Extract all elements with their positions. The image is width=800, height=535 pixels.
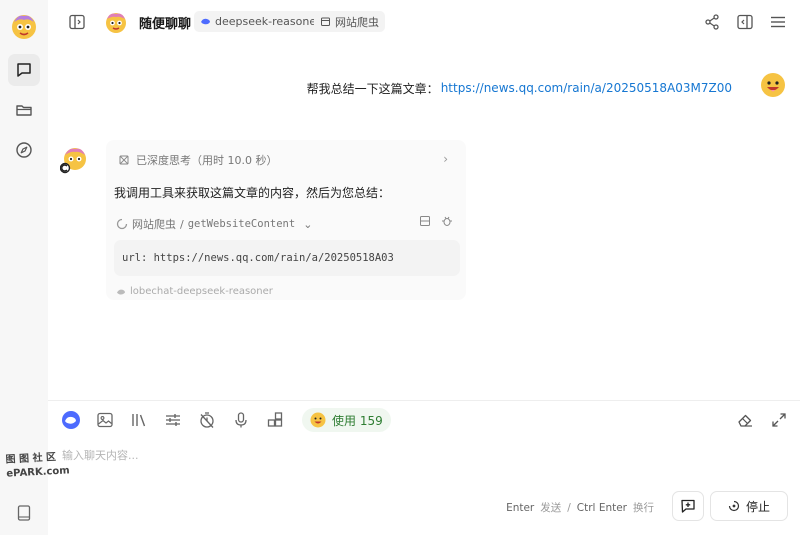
tool-plugin-name: 网站爬虫: [132, 218, 176, 231]
voice-input-button[interactable]: [230, 409, 252, 431]
expand-input-button[interactable]: [768, 409, 790, 431]
agent-title: 随便聊聊: [139, 17, 192, 32]
user-message-text: 帮我总结一下这篇文章：: [306, 81, 439, 96]
tool-actions: [419, 215, 453, 227]
token-usage-badge[interactable]: 使用 159: [302, 408, 391, 432]
deepseek-whale-icon: [201, 18, 210, 25]
chat-input[interactable]: 输入聊天内容...: [62, 447, 139, 463]
files-nav-button[interactable]: [8, 94, 40, 126]
tool-call-header[interactable]: 网站爬虫 / getWebsiteContent ⌄: [116, 216, 461, 232]
hint-send: 发送: [540, 502, 562, 514]
model-tag[interactable]: deepseek-reasoner: [194, 11, 327, 32]
clear-button[interactable]: [734, 409, 756, 431]
knowledge-base-button[interactable]: [128, 409, 150, 431]
upload-image-button[interactable]: [94, 409, 116, 431]
share-button[interactable]: [701, 11, 723, 33]
sidebar-toggle-icon: [69, 14, 85, 30]
chat-nav-button[interactable]: [8, 54, 40, 86]
stop-label: 停止: [745, 499, 770, 514]
watermark: 图 图 社 区 ePARK.com: [5, 450, 70, 481]
blocks-icon: [267, 412, 283, 427]
library-icon: [132, 414, 146, 427]
model-tag-label: deepseek-reasoner: [215, 15, 321, 28]
stop-spinner-icon: [728, 500, 740, 512]
panel-icon: [737, 14, 753, 30]
hint-separator: /: [567, 501, 571, 514]
hamburger-icon: [771, 16, 785, 28]
layout-icon[interactable]: [419, 215, 431, 227]
agent-avatar-icon: [106, 13, 126, 33]
thinking-label: 已深度思考（用时 10.0 秒）: [136, 154, 278, 167]
user-emoji-icon: [761, 73, 785, 97]
plugin-tag-label: 网站爬虫: [335, 15, 379, 29]
image-icon: [97, 412, 113, 428]
tool-args-text: url: https://news.qq.com/rain/a/20250518…: [122, 252, 394, 264]
token-emoji-icon: [310, 412, 326, 428]
sliders-icon: [166, 414, 180, 426]
chevron-down-icon: ⌄: [303, 217, 313, 231]
model-footer-label: lobechat-deepseek-reasoner: [130, 286, 273, 297]
discover-nav-button[interactable]: [8, 134, 40, 166]
input-area: 使用 159 输入聊天内容... Enter 发送 / Ctrl Enter 换…: [48, 400, 800, 535]
history-limit-button[interactable]: [196, 409, 218, 431]
plugins-button[interactable]: [264, 409, 286, 431]
assistant-avatar: [59, 146, 86, 174]
compass-icon: [16, 142, 32, 158]
chat-area: 帮我总结一下这篇文章： https://news.qq.com/rain/a/2…: [48, 44, 800, 400]
microphone-icon: [235, 412, 247, 428]
thinking-toggle[interactable]: 已深度思考（用时 10.0 秒）: [118, 152, 278, 168]
model-switch-button[interactable]: [60, 409, 82, 431]
loading-spinner-icon: [116, 218, 128, 230]
chevron-right-icon[interactable]: ›: [443, 152, 448, 166]
user-avatar[interactable]: [10, 12, 38, 40]
toggle-sidebar-button[interactable]: [66, 11, 88, 33]
token-usage-label: 使用 159: [332, 413, 383, 428]
deepseek-small-icon: [117, 289, 125, 295]
calendar-plugin-icon: [321, 17, 330, 26]
tool-separator: /: [180, 217, 184, 231]
tool-api-name: getWebsiteContent: [187, 218, 296, 230]
toggle-panel-button[interactable]: [734, 11, 756, 33]
bug-icon[interactable]: [441, 215, 453, 227]
atom-icon: [119, 155, 129, 165]
assistant-emoji-icon: [59, 148, 86, 174]
hint-ctrl-enter: Ctrl Enter: [576, 501, 627, 514]
menu-button[interactable]: [767, 11, 789, 33]
keyboard-hint: Enter 发送 / Ctrl Enter 换行: [506, 500, 654, 515]
message-plus-icon: [681, 499, 695, 513]
stop-button[interactable]: 停止: [710, 491, 788, 521]
user-avatar-chat: [760, 72, 786, 98]
params-button[interactable]: [162, 409, 184, 431]
model-footer: lobechat-deepseek-reasoner: [116, 286, 273, 297]
add-message-button[interactable]: [672, 491, 704, 521]
share-icon: [705, 14, 719, 30]
expand-icon: [772, 413, 786, 427]
user-message: 帮我总结一下这篇文章： https://news.qq.com/rain/a/2…: [297, 74, 742, 102]
tool-args-box: url: https://news.qq.com/rain/a/20250518…: [114, 240, 460, 276]
hint-enter: Enter: [506, 501, 535, 514]
eraser-icon: [738, 414, 752, 427]
user-message-link[interactable]: https://news.qq.com/rain/a/20250518A03M7…: [441, 81, 732, 95]
chat-header: 随便聊聊 deepseek-reasoner 网站爬虫: [48, 0, 800, 44]
plugin-tag[interactable]: 网站爬虫: [314, 11, 385, 32]
timer-off-icon: [200, 412, 214, 428]
chat-bubble-icon: [17, 63, 31, 77]
docs-button[interactable]: [14, 503, 34, 523]
hint-newline: 换行: [633, 502, 654, 514]
deepseek-model-icon: [62, 411, 80, 429]
assistant-message: 已深度思考（用时 10.0 秒） › 我调用工具来获取这篇文章的内容，然后为您总…: [106, 140, 466, 300]
agent-avatar[interactable]: [104, 10, 128, 34]
book-icon: [17, 505, 31, 521]
folder-icon: [16, 105, 32, 116]
assistant-text: 我调用工具来获取这篇文章的内容，然后为您总结：: [114, 186, 391, 200]
